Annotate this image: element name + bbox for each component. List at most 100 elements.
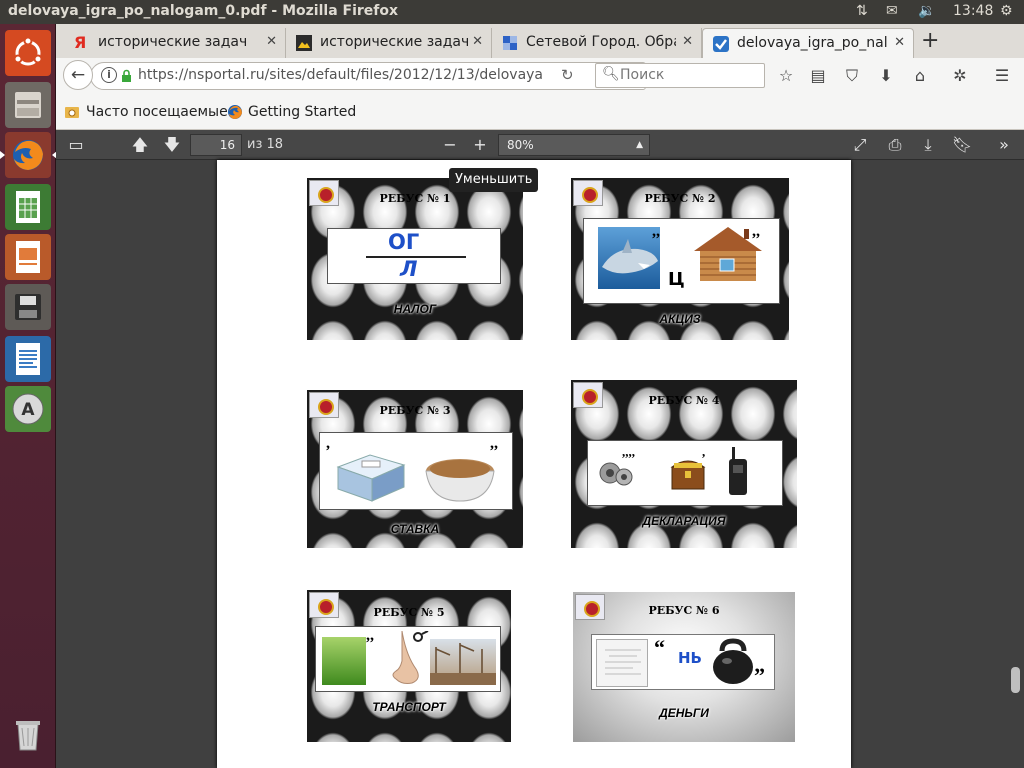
- rebus-slide-5: РЕБУС № 5 ,, ТРАНСПОРТ: [307, 590, 511, 742]
- bookmark-getting-started[interactable]: Getting Started: [248, 104, 356, 120]
- rebus-top-text: ОГ: [388, 230, 420, 254]
- pdf-check-icon: [713, 36, 729, 52]
- trash-icon[interactable]: [5, 712, 51, 758]
- home-icon[interactable]: ⌂: [909, 65, 931, 87]
- rebus-card: ,,: [315, 626, 501, 692]
- close-tab-icon[interactable]: ✕: [472, 34, 483, 49]
- gear-folder-icon: [64, 104, 80, 120]
- reload-icon[interactable]: ↻: [561, 66, 574, 84]
- reading-list-icon[interactable]: ▤: [807, 65, 829, 87]
- shark-image: [598, 227, 660, 289]
- url-text: https://nsportal.ru/sites/default/files/…: [138, 67, 544, 83]
- rebus-card: ,,,, ,: [587, 440, 783, 506]
- grass-image: [322, 637, 366, 685]
- next-page-button[interactable]: 🡇: [158, 133, 186, 157]
- steel-parts-image: [598, 455, 634, 491]
- sidebar-toggle-icon[interactable]: ▭: [62, 133, 90, 157]
- back-button[interactable]: ←: [63, 60, 93, 90]
- previous-page-button[interactable]: 🡅: [126, 133, 154, 157]
- fullscreen-icon[interactable]: ⤢: [846, 133, 874, 157]
- rebus-commas-right: ,,: [490, 435, 498, 452]
- pocket-icon[interactable]: ⛉: [841, 65, 863, 87]
- rebus-slide-6: РЕБУС № 6 “ НЬ ” ДЕНЬГИ: [573, 592, 795, 742]
- bookmark-most-visited[interactable]: Часто посещаемые: [86, 104, 228, 120]
- image-icon: [296, 35, 312, 51]
- print-icon[interactable]: ⎙: [881, 133, 909, 157]
- libreoffice-impress-icon[interactable]: [5, 234, 51, 280]
- pdf-toolbar: ▭ 🡅 🡇 16 из 18 − + 80% ▲ ⤢ ⎙ ⤓ 🔖︎ »: [56, 130, 1024, 160]
- page-number-input[interactable]: 16: [190, 134, 242, 156]
- walkie-talkie-image: [726, 447, 752, 497]
- rebus-quote-right: ”: [754, 663, 765, 688]
- clock[interactable]: 13:48: [953, 3, 993, 21]
- rebus-card: “ НЬ ”: [591, 634, 775, 690]
- rebus-slide-3: РЕБУС № 3 , ,, СТАВКА: [307, 390, 523, 548]
- firefox-icon[interactable]: [0, 132, 57, 178]
- top-panel: delovaya_igra_po_nalogam_0.pdf - Mozilla…: [0, 0, 1024, 24]
- tab-label: delovaya_igra_po_nalo: [737, 35, 887, 51]
- rebus-answer: НАЛОГ: [393, 302, 437, 316]
- rebus-comma: ,: [326, 435, 330, 452]
- libreoffice-writer-icon[interactable]: [5, 336, 51, 382]
- tooltip: Уменьшить: [449, 168, 539, 192]
- network-transfer-icon[interactable]: ⇅: [856, 3, 868, 21]
- files-icon[interactable]: [5, 82, 51, 128]
- new-tab-button[interactable]: +: [921, 28, 939, 53]
- close-tab-icon[interactable]: ✕: [894, 35, 905, 50]
- rebus-slide-4: РЕБУС № 4 ,,,, , ДЕКЛАРАЦИЯ: [571, 380, 797, 548]
- port-image: [430, 639, 496, 685]
- vertical-scrollbar[interactable]: [1011, 667, 1020, 693]
- rebus-title: РЕБУС № 1: [379, 192, 451, 205]
- volume-icon[interactable]: 🔉: [918, 3, 935, 21]
- rebus-answer: АКЦИЗ: [659, 312, 701, 326]
- tab-bar: Я исторические задачи ✕ исторические зад…: [56, 24, 1024, 58]
- zoom-in-button[interactable]: +: [466, 133, 494, 157]
- close-tab-icon[interactable]: ✕: [682, 34, 693, 49]
- nav-bar: ← i https://nsportal.ru/sites/default/fi…: [56, 58, 1024, 94]
- rebus-title: РЕБУС № 3: [379, 404, 451, 417]
- tab-yandex[interactable]: Я исторические задачи ✕: [64, 28, 286, 58]
- rebus-answer: ТРАНСПОРТ: [372, 700, 446, 714]
- download-icon[interactable]: ⬇: [875, 65, 897, 87]
- save-disk-icon[interactable]: [5, 284, 51, 330]
- tools-expand-icon[interactable]: »: [990, 133, 1018, 157]
- menu-icon[interactable]: ☰: [991, 65, 1013, 87]
- tab-netcity[interactable]: Сетевой Город. Образ ✕: [492, 28, 702, 58]
- extension-icon[interactable]: ✲: [949, 65, 971, 87]
- rebus-title: РЕБУС № 6: [648, 604, 720, 617]
- document-image: [596, 639, 648, 687]
- software-updater-icon[interactable]: A: [5, 386, 51, 432]
- search-input[interactable]: 🔍︎ Поиск: [595, 63, 765, 88]
- rebus-answer: ДЕКЛАРАЦИЯ: [642, 514, 726, 528]
- rebus-title: РЕБУС № 5: [373, 606, 445, 619]
- buckwheat-bowl-image: [422, 445, 498, 505]
- libreoffice-calc-icon[interactable]: [5, 184, 51, 230]
- pdf-viewer[interactable]: РЕБУС № 1 ОГ Л НАЛОГ РЕБУС № 2 ,, Ц ,, А…: [56, 160, 1024, 768]
- lock-icon: [121, 68, 132, 82]
- power-icon[interactable]: ⚙: [1000, 3, 1013, 21]
- rebus-answer: СТАВКА: [390, 522, 440, 536]
- kettlebell-image: [708, 637, 758, 687]
- bookmark-star-icon[interactable]: ☆: [775, 65, 797, 87]
- save-pdf-icon[interactable]: ⤓: [914, 133, 942, 157]
- close-tab-icon[interactable]: ✕: [266, 34, 277, 49]
- ubuntu-dash-icon[interactable]: [5, 30, 51, 76]
- bookmark-icon[interactable]: 🔖︎: [948, 133, 976, 157]
- info-icon[interactable]: i: [101, 67, 117, 83]
- rebus-title: РЕБУС № 4: [648, 394, 720, 407]
- rebus-card: ,, Ц ,,: [583, 218, 780, 304]
- yandex-icon: Я: [74, 33, 87, 52]
- mail-icon[interactable]: ✉: [886, 3, 898, 21]
- tab-label: исторические задачи: [98, 34, 248, 50]
- rebus-commas: ,,: [366, 627, 374, 644]
- zoom-out-button[interactable]: −: [436, 133, 464, 157]
- tab-images[interactable]: исторические задачи ✕: [286, 28, 492, 58]
- rebus-card: ОГ Л: [327, 228, 501, 284]
- rebus-commas-right: ,,: [752, 223, 760, 240]
- tab-label: исторические задачи: [320, 34, 470, 50]
- netcity-icon: [502, 35, 518, 51]
- ice-cube-image: [332, 445, 410, 505]
- tab-pdf-active[interactable]: delovaya_igra_po_nalo ✕: [702, 28, 914, 58]
- zoom-select[interactable]: 80% ▲: [498, 134, 650, 156]
- url-bar[interactable]: ← i https://nsportal.ru/sites/default/fi…: [63, 60, 646, 90]
